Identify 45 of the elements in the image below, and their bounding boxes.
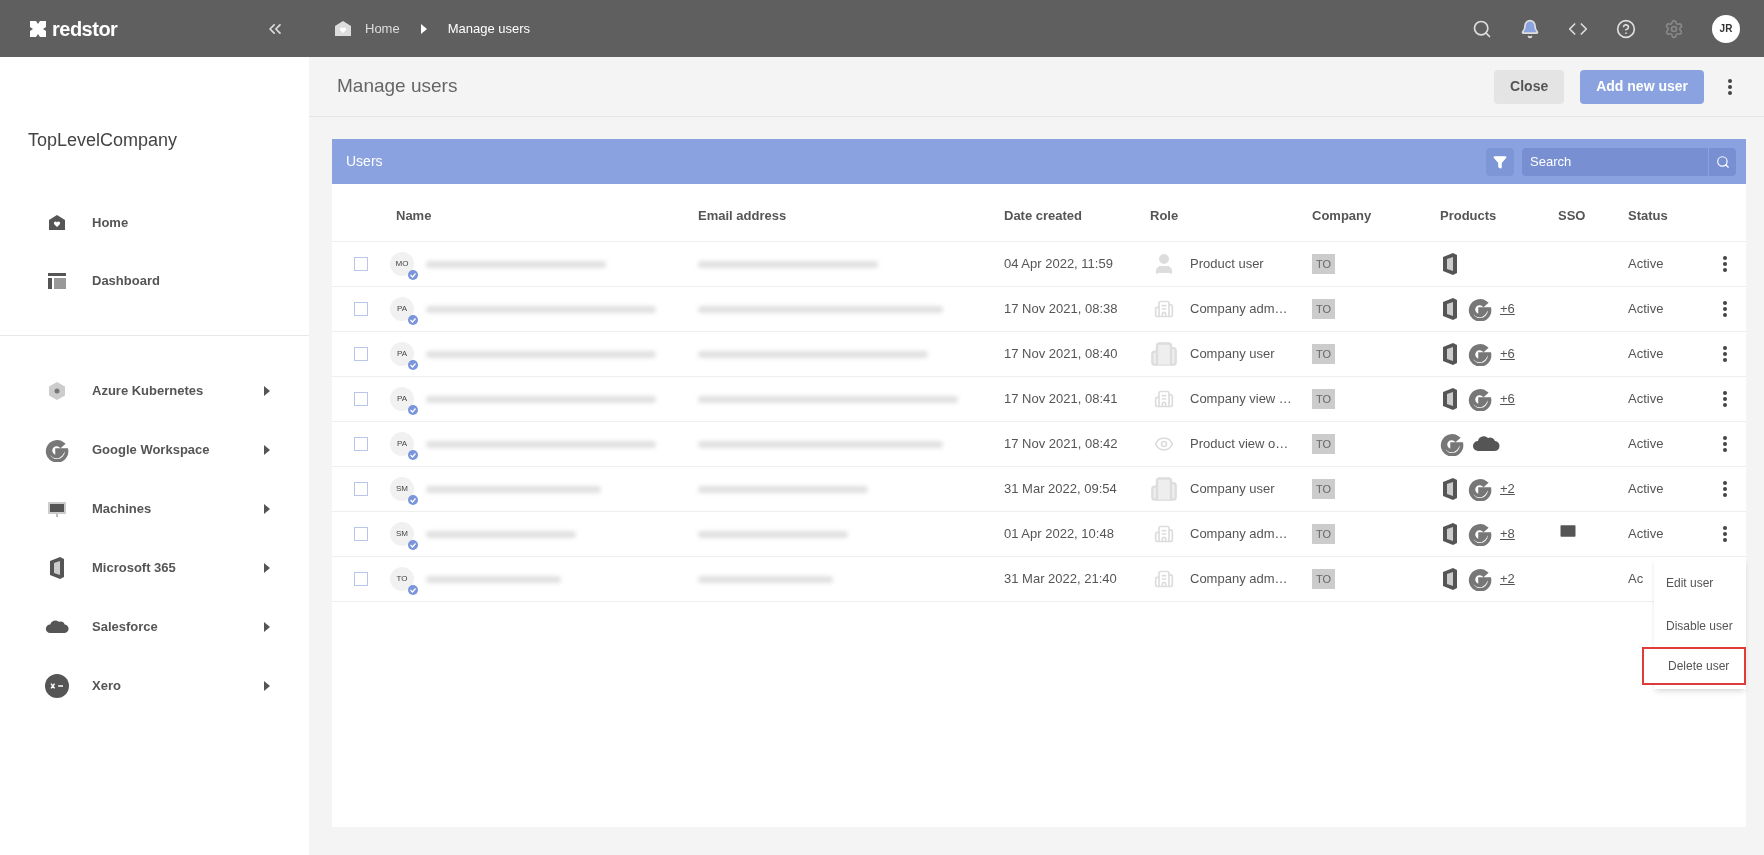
table-cell: Active xyxy=(1628,526,1664,542)
table-cell: Active xyxy=(1628,391,1664,407)
logo-text: redstor xyxy=(52,16,118,42)
company-tag: TO xyxy=(1312,343,1336,365)
company-tag: TO xyxy=(1312,298,1336,320)
company-tag: TO xyxy=(1312,433,1336,455)
company-tag: TO xyxy=(1312,478,1336,500)
company-tag: TO xyxy=(1312,253,1336,275)
company-name: TopLevelCompany xyxy=(27,129,179,152)
table-cell: Active xyxy=(1628,346,1664,362)
company-tag: TO xyxy=(1312,388,1336,410)
column-header: SSO xyxy=(1558,206,1587,225)
table-cell: Active xyxy=(1628,301,1664,317)
table-cell-text: Company user xyxy=(1190,345,1275,364)
table-cell: Ac xyxy=(1628,571,1644,587)
table-cell-text: 17 Nov 2021, 08:42 xyxy=(1004,435,1119,454)
table-cell-text: 17 Nov 2021, 08:38 xyxy=(1004,300,1119,319)
table-cell-text: Company adm… xyxy=(1190,525,1288,544)
table-cell: Active xyxy=(1628,256,1664,272)
table-cell-text: 01 Apr 2022, 10:48 xyxy=(1004,525,1115,544)
table-cell-text: Company adm… xyxy=(1190,300,1288,319)
table-cell-text: Product user xyxy=(1190,255,1264,274)
card-title: Users xyxy=(346,152,383,171)
column-header: Name xyxy=(395,206,433,225)
column-header: Role xyxy=(1150,206,1180,225)
column-header: Status xyxy=(1628,206,1669,225)
table-cell-text: Product view o… xyxy=(1190,435,1289,454)
table-cell-text: 17 Nov 2021, 08:40 xyxy=(1004,345,1119,364)
table-cell: Active xyxy=(1628,436,1664,452)
column-header: Products xyxy=(1440,206,1498,225)
column-header: Email address xyxy=(698,206,788,225)
table-cell-text: 04 Apr 2022, 11:59 xyxy=(1004,255,1114,274)
table-cell-text: 31 Mar 2022, 21:40 xyxy=(1004,570,1118,589)
company-tag: TO xyxy=(1312,568,1336,590)
table-cell-text: 17 Nov 2021, 08:41 xyxy=(1004,390,1119,409)
table-cell-text: Company view … xyxy=(1190,390,1292,409)
column-header: Date created xyxy=(1004,206,1084,225)
page-title: Manage users xyxy=(337,74,458,99)
breadcrumb-current: Manage users xyxy=(447,19,531,38)
table-cell-text: Company adm… xyxy=(1190,570,1288,589)
company-tag: TO xyxy=(1312,523,1336,545)
table-cell-text: 31 Mar 2022, 09:54 xyxy=(1004,480,1118,499)
table-cell-text: Company user xyxy=(1190,480,1275,499)
column-header: Company xyxy=(1312,206,1373,225)
table-cell: Active xyxy=(1628,481,1664,497)
